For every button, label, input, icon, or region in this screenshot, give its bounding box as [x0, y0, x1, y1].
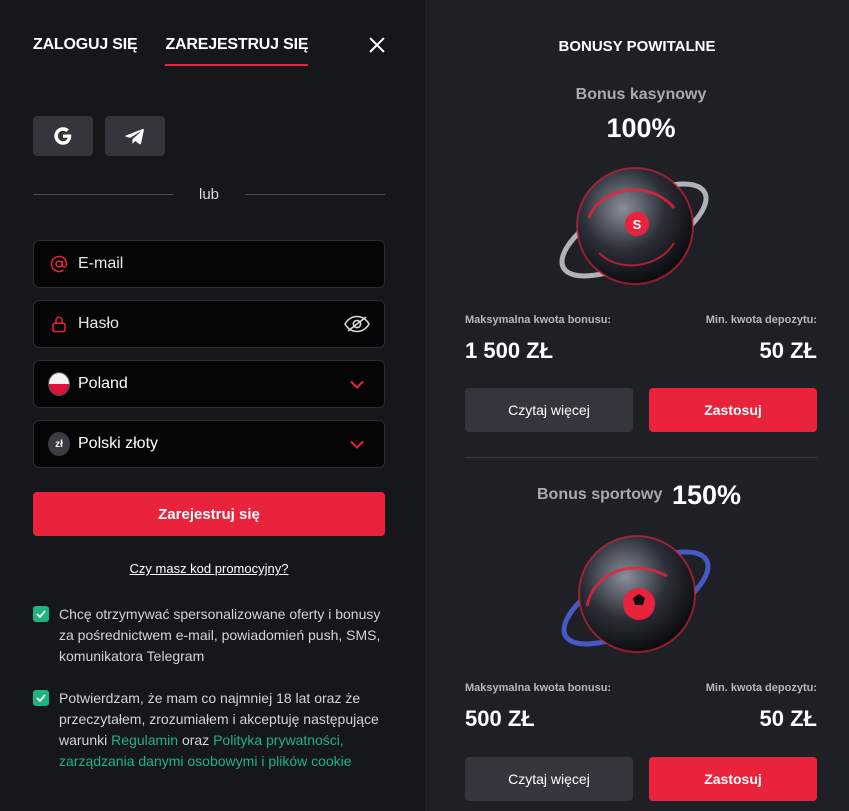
country-select[interactable]: Poland — [33, 360, 385, 408]
bonuses-title: BONUSY POWITALNE — [558, 38, 716, 55]
telegram-icon — [125, 128, 144, 145]
close-icon[interactable] — [368, 36, 386, 54]
casino-bonus-illustration: S — [559, 167, 709, 285]
lock-icon — [48, 313, 70, 335]
sport-bonus-illustration — [561, 535, 711, 653]
terms-consent: Potwierdzam, że mam co najmniej 18 lat o… — [33, 688, 393, 772]
zloty-icon: zł — [48, 432, 70, 456]
poland-flag-icon — [48, 372, 70, 396]
promo-code-link[interactable]: Czy masz kod promocyjny? — [0, 561, 418, 576]
casino-max-value: 1 500 ZŁ — [465, 338, 554, 363]
marketing-consent-text: Chcę otrzymywać spersonalizowane oferty … — [59, 606, 381, 664]
or-divider: lub — [33, 186, 385, 203]
sport-max-label: Maksymalna kwota bonusu: — [465, 682, 612, 694]
or-divider-text: lub — [198, 186, 220, 203]
sport-bonus-percent: 150% — [672, 480, 742, 510]
register-button[interactable]: Zarejestruj się — [33, 492, 385, 536]
currency-select[interactable]: zł Polski złoty — [33, 420, 385, 468]
tab-register[interactable]: ZAREJESTRUJ SIĘ — [165, 36, 309, 66]
casino-max-label: Maksymalna kwota bonusu: — [465, 314, 612, 326]
sport-min-value: 50 ZŁ — [759, 706, 817, 731]
google-login-button[interactable] — [33, 116, 93, 156]
registration-panel: ZALOGUJ SIĘ ZAREJESTRUJ SIĘ lub E-mail H… — [0, 0, 425, 811]
terms-consent-text: Potwierdzam, że mam co najmniej 18 lat o… — [59, 690, 379, 769]
modal: ZALOGUJ SIĘ ZAREJESTRUJ SIĘ lub E-mail H… — [0, 0, 849, 811]
terms-link[interactable]: Regulamin — [111, 732, 178, 748]
at-icon — [48, 253, 70, 275]
casino-apply-button[interactable]: Zastosuj — [649, 388, 817, 432]
sport-read-more-button[interactable]: Czytaj więcej — [465, 757, 633, 801]
sport-min-label: Min. kwota depozytu: — [705, 682, 817, 694]
bonuses-panel: BONUSY POWITALNE Bonus kasynowy 100% S M… — [425, 0, 849, 811]
marketing-checkbox[interactable] — [33, 606, 49, 622]
password-field[interactable]: Hasło — [33, 300, 385, 348]
auth-tabs: ZALOGUJ SIĘ ZAREJESTRUJ SIĘ — [33, 36, 309, 66]
google-icon — [54, 127, 72, 145]
marketing-consent: Chcę otrzymywać spersonalizowane oferty … — [33, 604, 393, 667]
sport-bonus-subtitle: Bonus sportowy — [537, 486, 663, 503]
telegram-login-button[interactable] — [105, 116, 165, 156]
casino-min-value: 50 ZŁ — [759, 338, 817, 363]
check-icon — [36, 610, 46, 618]
country-value: Poland — [78, 375, 128, 392]
terms-checkbox[interactable] — [33, 690, 49, 706]
casino-read-more-button[interactable]: Czytaj więcej — [465, 388, 633, 432]
chevron-down-icon[interactable] — [344, 434, 370, 454]
casino-min-label: Min. kwota depozytu: — [705, 314, 817, 326]
casino-bonus-percent: 100% — [606, 113, 676, 143]
sport-max-value: 500 ZŁ — [465, 706, 535, 731]
password-placeholder: Hasło — [78, 315, 119, 332]
check-icon — [36, 694, 46, 702]
casino-bonus-subtitle: Bonus kasynowy — [575, 86, 707, 103]
tab-login[interactable]: ZALOGUJ SIĘ — [33, 36, 138, 66]
chevron-down-icon[interactable] — [344, 374, 370, 394]
email-field[interactable]: E-mail — [33, 240, 385, 288]
social-login — [33, 116, 165, 156]
eye-off-icon[interactable] — [344, 314, 370, 334]
bonus-divider — [465, 457, 817, 458]
svg-text:S: S — [633, 217, 642, 232]
currency-value: Polski złoty — [78, 435, 159, 452]
email-placeholder: E-mail — [78, 255, 124, 272]
sport-apply-button[interactable]: Zastosuj — [649, 757, 817, 801]
